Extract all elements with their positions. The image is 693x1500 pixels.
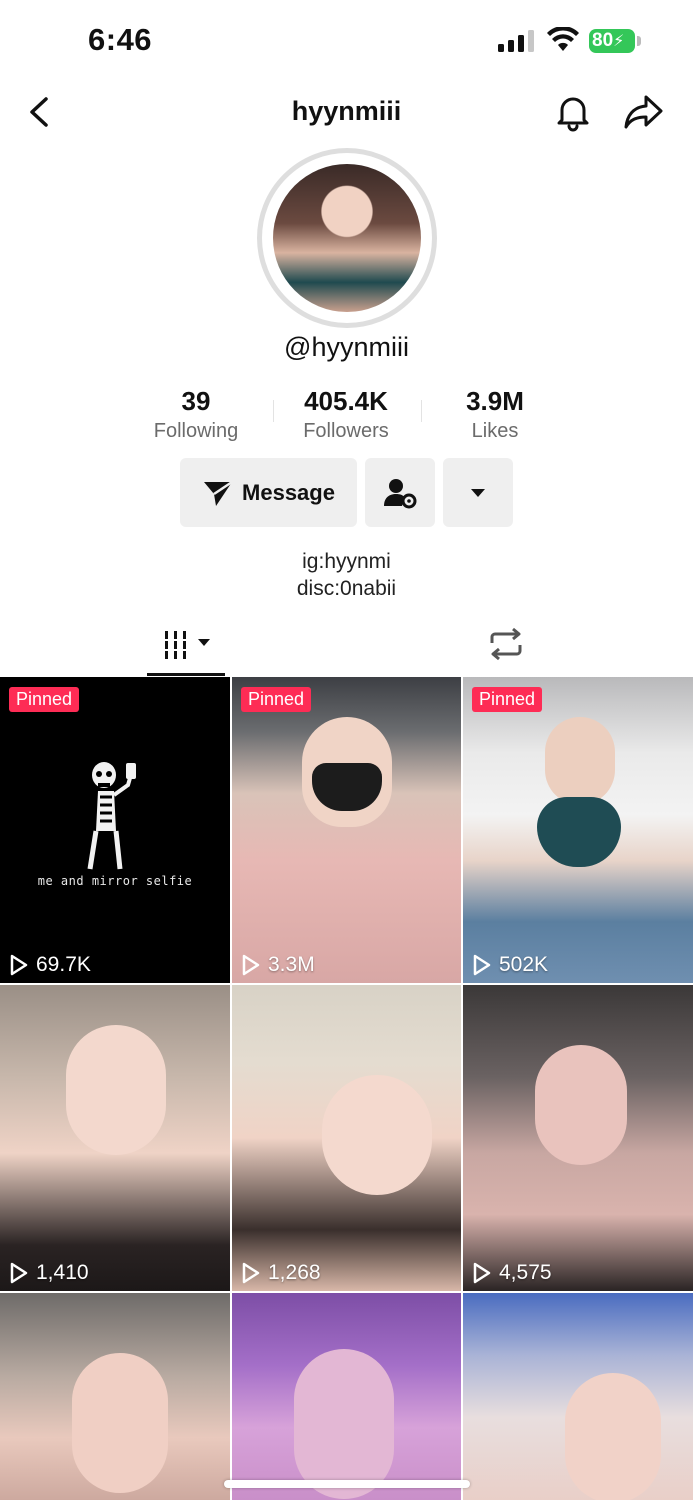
stat-divider: [421, 400, 422, 422]
play-icon: [473, 954, 491, 976]
home-indicator[interactable]: [224, 1480, 470, 1488]
bio-line: ig:hyynmi: [302, 550, 391, 573]
view-count-value: 69.7K: [36, 953, 91, 976]
bio-line: disc:0nabii: [296, 577, 397, 600]
view-count-value: 502K: [499, 953, 549, 976]
avatar-ring[interactable]: [257, 148, 437, 328]
pinned-badge: Pinned: [472, 687, 543, 712]
battery-level: 80: [592, 30, 614, 51]
stat-following-value: 39: [181, 386, 211, 416]
face-mask-shape: [312, 763, 382, 811]
video-thumbnail[interactable]: [0, 1293, 230, 1500]
play-icon: [473, 1262, 491, 1284]
video-caption: me and mirror selfie: [37, 874, 193, 888]
view-count-value: 4,575: [499, 1261, 552, 1284]
content-tabs: [0, 615, 693, 677]
thumbnail-subject: [72, 1353, 168, 1493]
skeleton-selfie-illustration: [87, 762, 136, 870]
thumbnail-subject: [545, 717, 615, 805]
wifi-icon: [547, 27, 579, 51]
thumbnail-clothing: [537, 797, 621, 867]
view-count: 1,268: [241, 1261, 321, 1285]
pinned-badge: Pinned: [9, 687, 80, 712]
video-thumbnail[interactable]: me and mirror selfie Pinned 69.7K: [0, 677, 230, 983]
profile-nav-bar: hyynmiii: [0, 80, 693, 146]
caret-down-icon: [471, 488, 485, 497]
video-thumbnail[interactable]: Pinned 502K: [463, 677, 693, 983]
tab-videos-grid-icon[interactable]: [162, 629, 214, 661]
stat-divider: [273, 400, 274, 422]
view-count: 69.7K: [9, 953, 91, 977]
active-tab-indicator: [147, 673, 225, 676]
play-icon: [10, 1262, 28, 1284]
video-thumbnail[interactable]: Pinned 3.3M: [232, 677, 461, 983]
play-icon: [10, 954, 28, 976]
status-bar: 6:46 80⚡: [0, 0, 693, 80]
stat-likes[interactable]: 3.9M Likes: [435, 384, 555, 444]
thumbnail-subject: [294, 1349, 394, 1499]
status-time: 6:46: [88, 22, 153, 57]
pinned-badge: Pinned: [241, 687, 312, 712]
view-count-value: 1,410: [36, 1261, 89, 1284]
view-count-value: 1,268: [268, 1261, 321, 1284]
send-icon: [204, 480, 233, 506]
cellular-signal-icon: [498, 30, 534, 52]
bell-icon[interactable]: [553, 92, 593, 132]
view-count: 4,575: [472, 1261, 552, 1285]
follow-settings-button[interactable]: [365, 458, 435, 527]
video-thumbnail[interactable]: [463, 1293, 693, 1500]
stat-following[interactable]: 39 Following: [136, 384, 256, 444]
view-count: 3.3M: [241, 953, 315, 977]
stat-likes-value: 3.9M: [466, 386, 524, 416]
video-thumbnail[interactable]: [232, 1293, 461, 1500]
user-settings-icon: [384, 478, 417, 508]
profile-stats: 39 Following 405.4K Followers 3.9M Likes: [0, 384, 693, 454]
thumbnail-subject: [565, 1373, 661, 1500]
stat-likes-label: Likes: [471, 420, 519, 442]
stat-following-label: Following: [153, 420, 239, 442]
battery-nub: [637, 36, 641, 46]
view-count-value: 3.3M: [268, 953, 315, 976]
message-button-label: Message: [242, 479, 335, 505]
video-thumbnail[interactable]: 1,410: [0, 985, 230, 1291]
profile-bio: ig:hyynmi disc:0nabii: [0, 548, 693, 602]
tab-reposts-icon[interactable]: [488, 627, 524, 661]
view-count: 1,410: [9, 1261, 89, 1285]
charging-bolt-icon: ⚡: [613, 33, 625, 50]
avatar[interactable]: [273, 164, 421, 312]
video-thumbnail[interactable]: 1,268: [232, 985, 461, 1291]
profile-handle: @hyynmiii: [284, 332, 409, 362]
battery-indicator: 80⚡: [589, 29, 635, 53]
stat-followers[interactable]: 405.4K Followers: [276, 384, 416, 444]
thumbnail-subject: [322, 1075, 432, 1195]
thumbnail-subject: [535, 1045, 627, 1165]
play-icon: [242, 1262, 260, 1284]
message-button[interactable]: Message: [180, 458, 357, 527]
stat-followers-value: 405.4K: [304, 386, 388, 416]
thumbnail-subject: [66, 1025, 166, 1155]
more-options-dropdown[interactable]: [443, 458, 513, 527]
share-arrow-icon[interactable]: [622, 92, 664, 132]
view-count: 502K: [472, 953, 548, 977]
play-icon: [242, 954, 260, 976]
video-thumbnail[interactable]: 4,575: [463, 985, 693, 1291]
stat-followers-label: Followers: [303, 420, 389, 442]
